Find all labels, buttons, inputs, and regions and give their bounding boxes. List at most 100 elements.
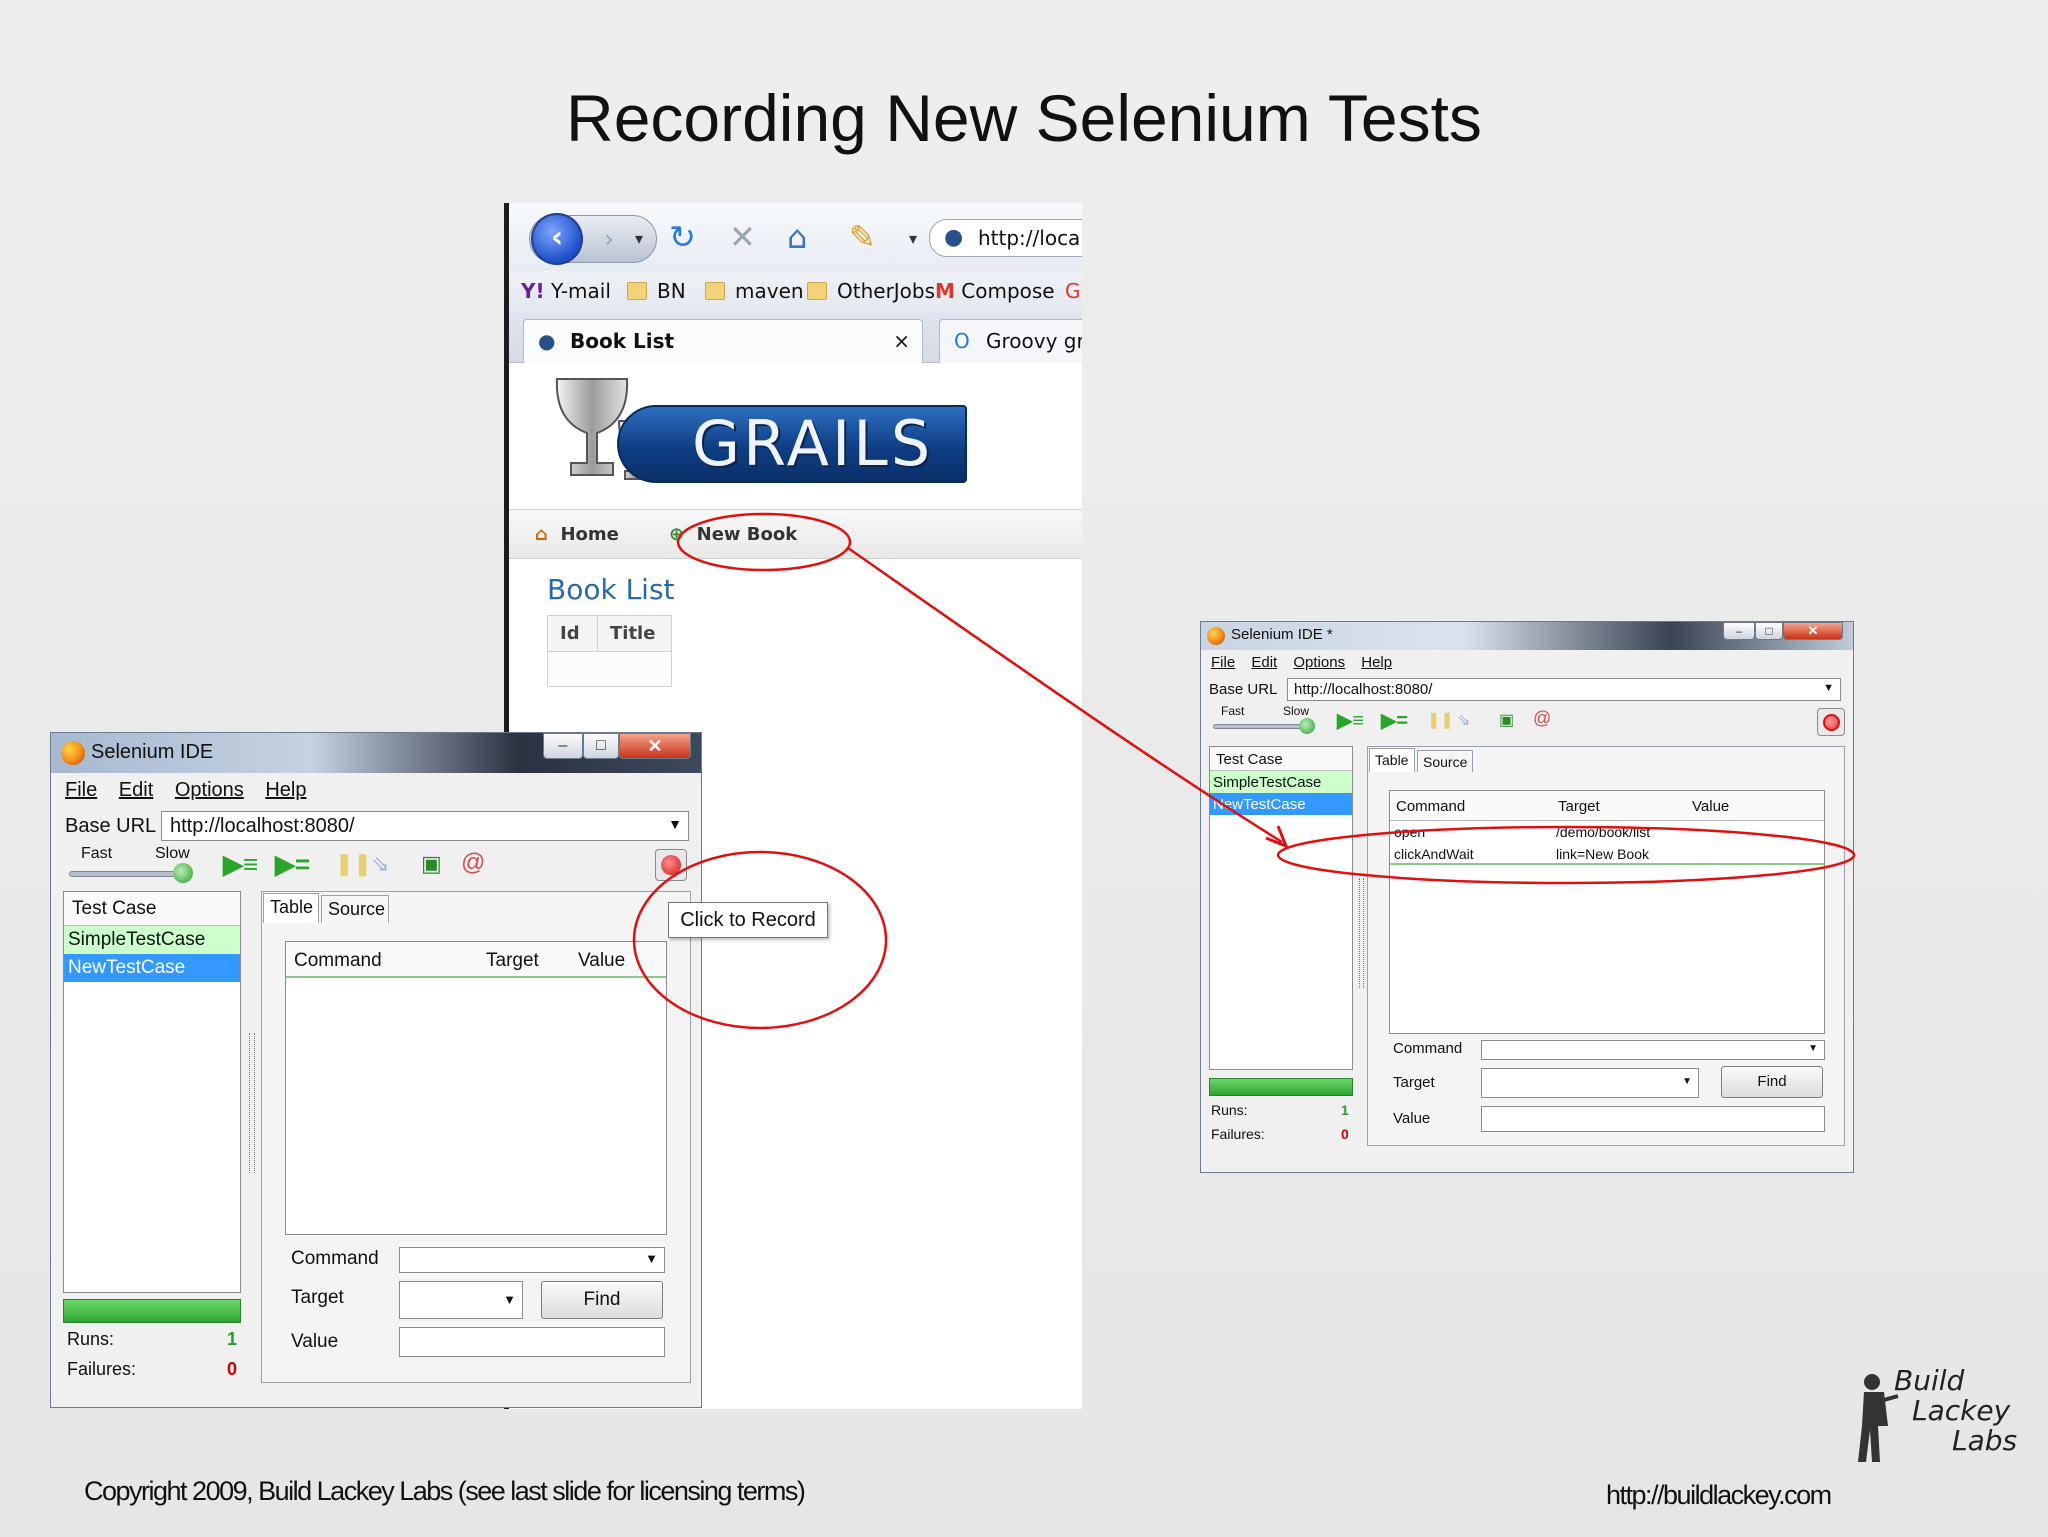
test-runner-icon[interactable]: ▣ [421,851,442,877]
play-test-icon[interactable]: ▶= [1381,708,1408,733]
column-header-target[interactable]: Target [486,950,539,972]
speed-slider[interactable] [1213,724,1305,729]
play-test-icon[interactable]: ▶= [275,849,310,880]
target-field[interactable]: ▼ [1481,1068,1699,1098]
record-button[interactable] [1817,708,1845,736]
value-field[interactable] [399,1327,665,1357]
menu-file[interactable]: File [65,779,97,802]
bookmark-ymail[interactable]: Y! Y-mail [521,279,611,303]
step-icon[interactable]: ⇘ [371,851,389,877]
value-field[interactable] [1481,1106,1825,1132]
home-icon: ⌂ [535,524,548,545]
maximize-button[interactable]: □ [583,733,619,759]
nav-new-book-link[interactable]: ⊕ New Book [669,524,797,545]
list-item[interactable]: NewTestCase [1210,793,1352,815]
menu-edit[interactable]: Edit [119,779,153,802]
column-header-command[interactable]: Command [1396,798,1465,815]
pencil-icon[interactable]: ✎ [849,219,876,255]
tab-book-list[interactable]: ● Book List × [523,319,923,363]
chevron-down-icon[interactable]: ▼ [1682,1076,1692,1087]
step-icon[interactable]: ⇘ [1457,710,1470,730]
record-icon [1823,714,1840,731]
target-label: Target [1393,1074,1435,1091]
pause-icon[interactable]: ❚❚ [1427,710,1454,730]
column-header-value[interactable]: Value [1692,798,1729,815]
command-field[interactable]: ▼ [1481,1040,1825,1060]
tab-table[interactable]: Table [1369,748,1415,772]
minimize-button[interactable]: – [1723,622,1755,640]
splitter-handle[interactable] [249,1033,255,1173]
column-header-value[interactable]: Value [578,950,625,972]
table-row[interactable]: clickAndWait link=New Book [1390,843,1824,865]
logo-word-build: Build [1894,1364,1965,1397]
table-row[interactable]: open /demo/book/list [1390,821,1824,843]
record-button[interactable] [655,849,687,881]
rollup-icon[interactable]: @ [1533,708,1551,729]
control-toolbar: Fast Slow ▶≡ ▶= ❚❚ ⇘ ▣ @ [1201,704,1853,736]
google-icon[interactable]: G [1065,279,1081,303]
address-bar[interactable]: ● http://localh [929,219,1082,257]
close-tab-icon[interactable]: × [893,320,910,362]
find-button[interactable]: Find [541,1281,663,1319]
bookmark-compose[interactable]: M Compose [935,279,1055,303]
menu-edit[interactable]: Edit [1251,654,1277,671]
base-url-input[interactable]: http://localhost:8080/ ▼ [161,811,689,841]
tab-strip: ● Book List × O Groovy gra [509,313,1082,363]
base-url-input[interactable]: http://localhost:8080/ ▼ [1287,678,1841,701]
menu-help[interactable]: Help [265,779,306,802]
stop-icon[interactable]: ✕ [729,219,756,255]
reload-icon[interactable]: ↻ [669,219,696,255]
test-runner-icon[interactable]: ▣ [1499,710,1514,730]
menu-options[interactable]: Options [175,779,244,802]
window-title: Selenium IDE * [1231,626,1333,643]
bookmark-maven[interactable]: maven [705,279,804,303]
column-header-target[interactable]: Target [1558,798,1600,815]
play-suite-icon[interactable]: ▶≡ [1337,708,1364,733]
column-header-title[interactable]: Title [598,616,655,651]
maximize-button[interactable]: □ [1755,622,1783,640]
pause-icon[interactable]: ❚❚ [335,851,372,877]
pencil-dropdown-icon[interactable]: ▾ [909,221,917,257]
record-tooltip: Click to Record [668,902,828,938]
chevron-down-icon[interactable]: ▼ [1808,1043,1818,1054]
speed-slider-handle[interactable] [173,863,193,883]
home-icon[interactable]: ⌂ [787,219,807,255]
menu-help[interactable]: Help [1361,654,1392,671]
chevron-down-icon[interactable]: ▼ [503,1292,516,1307]
minimize-button[interactable]: – [543,733,583,759]
menu-options[interactable]: Options [1293,654,1345,671]
menu-file[interactable]: File [1211,654,1235,671]
chevron-down-icon[interactable]: ▼ [1823,682,1834,694]
tab-groovy[interactable]: O Groovy gra [939,319,1082,363]
back-icon[interactable]: ‹ [531,213,583,265]
tab-source[interactable]: Source [1417,750,1473,772]
history-dropdown-icon[interactable]: ▾ [635,221,643,257]
tab-table[interactable]: Table [263,893,319,923]
close-button[interactable]: ✕ [619,733,691,759]
speed-slider-handle[interactable] [1299,718,1315,734]
forward-icon[interactable]: › [591,221,627,257]
column-header-id[interactable]: Id [548,616,598,651]
row-target: link=New Book [1556,846,1649,862]
list-item[interactable]: NewTestCase [64,954,240,982]
close-button[interactable]: ✕ [1783,622,1843,640]
list-item[interactable]: SimpleTestCase [64,926,240,954]
splitter-handle[interactable] [1359,878,1364,988]
column-header-command[interactable]: Command [294,950,382,972]
bookmark-otherjobs[interactable]: OtherJobs [807,279,935,303]
rollup-icon[interactable]: @ [461,849,485,877]
commands-table: Command Target Value open /demo/book/lis… [1389,790,1825,1034]
list-item[interactable]: SimpleTestCase [1210,771,1352,793]
play-suite-icon[interactable]: ▶≡ [223,849,258,880]
nav-home-link[interactable]: ⌂ Home [535,524,619,545]
book-list-table: Id Title [547,615,672,687]
tab-source[interactable]: Source [321,895,389,923]
footer-url: http://buildlackey.com [1606,1480,1832,1510]
command-field[interactable]: ▼ [399,1247,665,1273]
target-field[interactable]: ▼ [399,1281,523,1319]
find-button[interactable]: Find [1721,1066,1823,1098]
speed-slider[interactable] [69,871,179,877]
chevron-down-icon[interactable]: ▼ [668,816,682,832]
bookmark-bn[interactable]: BN [627,279,686,303]
chevron-down-icon[interactable]: ▼ [645,1251,658,1266]
